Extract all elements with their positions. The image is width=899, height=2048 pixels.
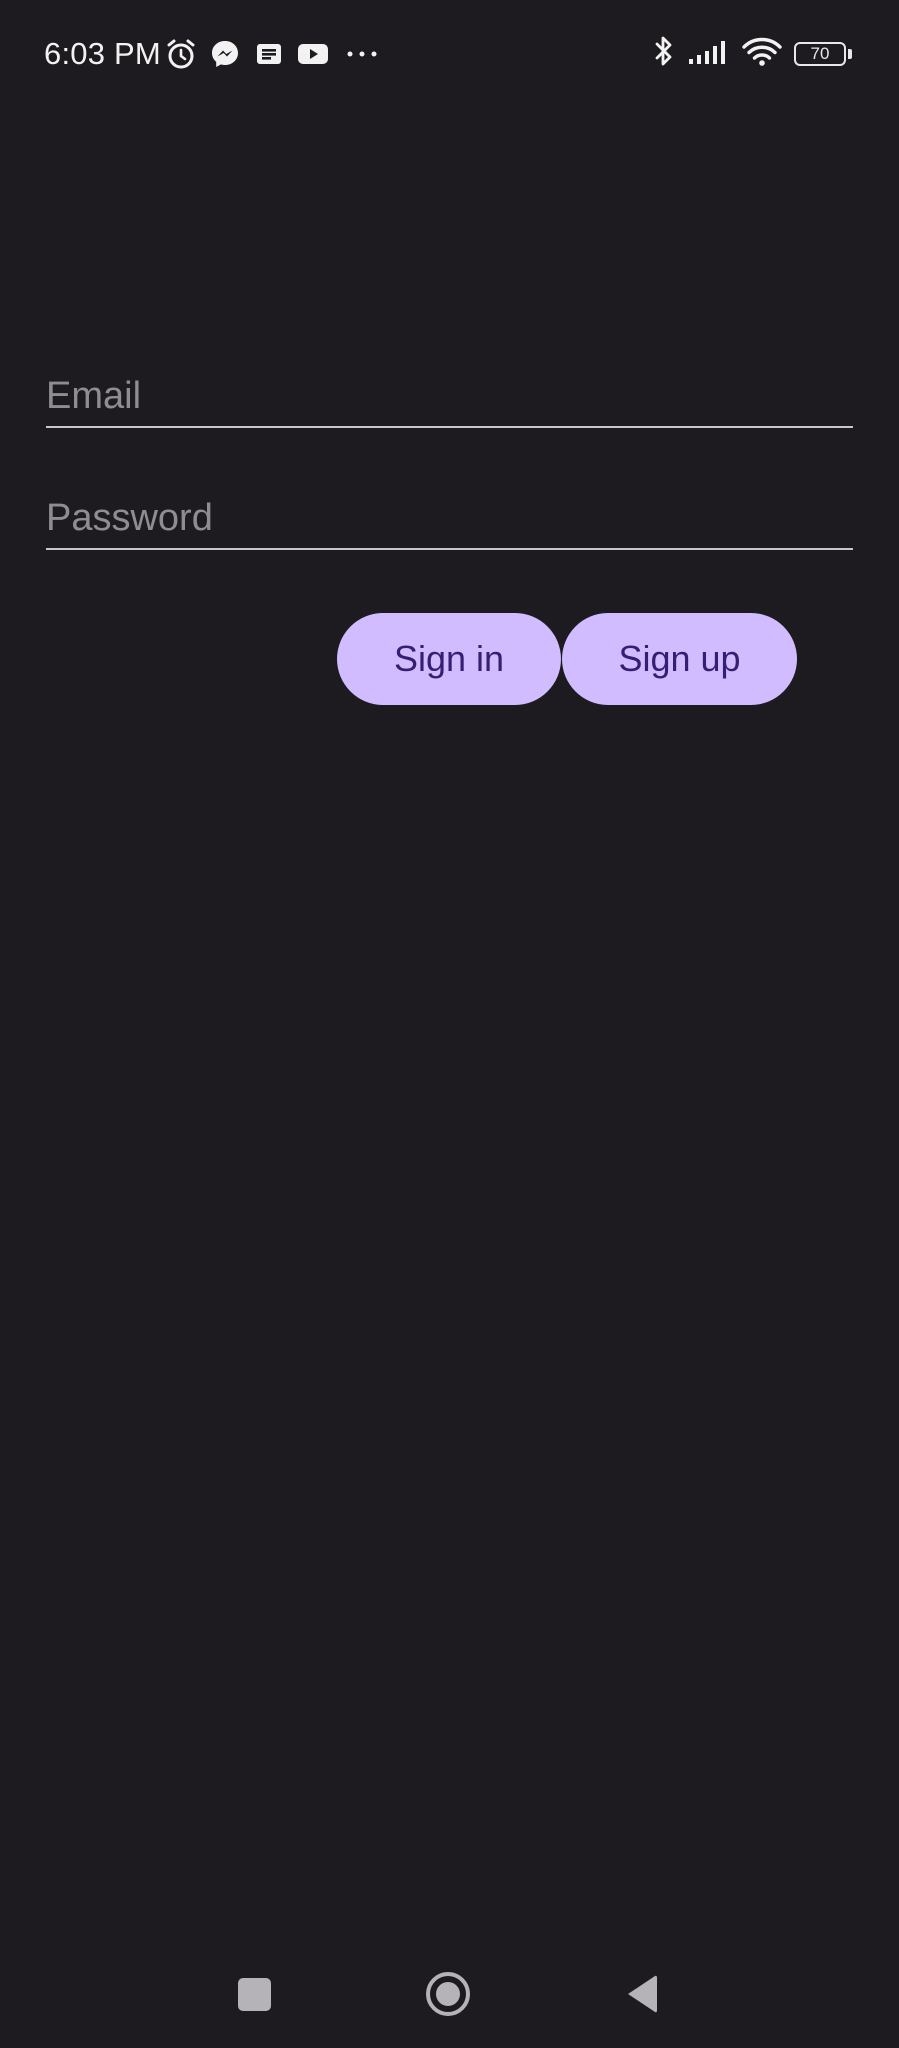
- recents-button[interactable]: [214, 1940, 294, 2048]
- signal-icon: [688, 37, 730, 72]
- navigation-bar: [0, 1940, 899, 2048]
- youtube-icon: [296, 37, 330, 71]
- messenger-icon: [208, 37, 242, 71]
- sign-up-button[interactable]: Sign up: [562, 613, 797, 705]
- battery-icon: 70: [794, 42, 852, 66]
- home-button[interactable]: [408, 1940, 488, 2048]
- status-bar: 6:03 PM 70: [0, 0, 899, 108]
- password-field[interactable]: [46, 488, 853, 550]
- battery-level: 70: [794, 42, 846, 66]
- alarm-icon: [164, 37, 198, 71]
- wifi-icon: [742, 36, 782, 73]
- notification-icons: [164, 35, 384, 73]
- system-icons: 70: [652, 35, 852, 73]
- email-field[interactable]: [46, 366, 853, 428]
- more-notifications-icon: [340, 37, 384, 71]
- back-button[interactable]: [602, 1940, 682, 2048]
- home-icon: [426, 1972, 470, 2016]
- password-input[interactable]: [46, 488, 853, 548]
- recents-icon: [237, 1977, 271, 2011]
- sign-in-button[interactable]: Sign in: [337, 613, 561, 705]
- back-icon: [628, 1975, 657, 2013]
- email-input[interactable]: [46, 366, 853, 426]
- news-icon: [252, 37, 286, 71]
- bluetooth-icon: [652, 35, 676, 74]
- battery-tip: [848, 49, 852, 59]
- status-time: 6:03 PM: [44, 36, 161, 71]
